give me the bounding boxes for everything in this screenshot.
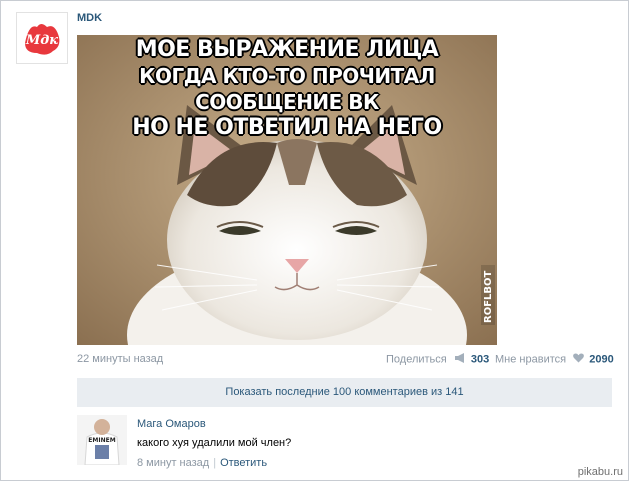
shirt-print-text: EMINEM [88,437,115,444]
share-label: Поделиться [386,353,447,366]
group-avatar[interactable]: Mдк [16,12,68,64]
comment-meta-separator: | [213,457,217,469]
comment-time[interactable]: 8 минут назад [137,457,209,469]
meme-line: КОГДА КТО-ТО ПРОЧИТАЛ СООБЩЕНИЕ ВК [139,64,435,114]
meme-caption: МОЕ ВЫРАЖЕНИЕ ЛИЦА КОГДА КТО-ТО ПРОЧИТАЛ… [77,37,497,141]
show-more-comments-button[interactable]: Показать последние 100 комментариев из 1… [77,378,612,407]
like-button[interactable]: Мне нравится 2090 [495,353,614,366]
megaphone-icon [454,353,466,366]
post-time[interactable]: 22 минуты назад [77,353,163,365]
site-watermark: pikabu.ru [577,466,623,478]
comment-author[interactable]: Мага Омаров [137,418,206,430]
meme-line: МОЕ ВЫРАЖЕНИЕ ЛИЦА [135,37,439,62]
comment-text: какого хуя удалили мой член? [137,437,292,449]
post-author[interactable]: MDK [77,12,102,24]
watermark-text: ROFLBOT [483,270,494,323]
roflbot-watermark: ROFLBOT [481,265,495,325]
avatar-logo-text: Mдк [25,33,58,48]
reply-link[interactable]: Ответить [220,457,267,469]
like-count: 2090 [589,353,614,366]
share-button[interactable]: Поделиться 303 [386,353,489,366]
comment-avatar[interactable]: EMINEM [77,415,127,465]
like-label: Мне нравится [495,353,567,366]
comment-meta: 8 минут назад | Ответить [137,457,267,469]
post-image[interactable]: МОЕ ВЫРАЖЕНИЕ ЛИЦА КОГДА КТО-ТО ПРОЧИТАЛ… [77,35,497,345]
share-count: 303 [470,353,490,366]
heart-icon [573,353,585,366]
meme-line: НО НЕ ОТВЕТИЛ НА НЕГО [132,115,442,140]
